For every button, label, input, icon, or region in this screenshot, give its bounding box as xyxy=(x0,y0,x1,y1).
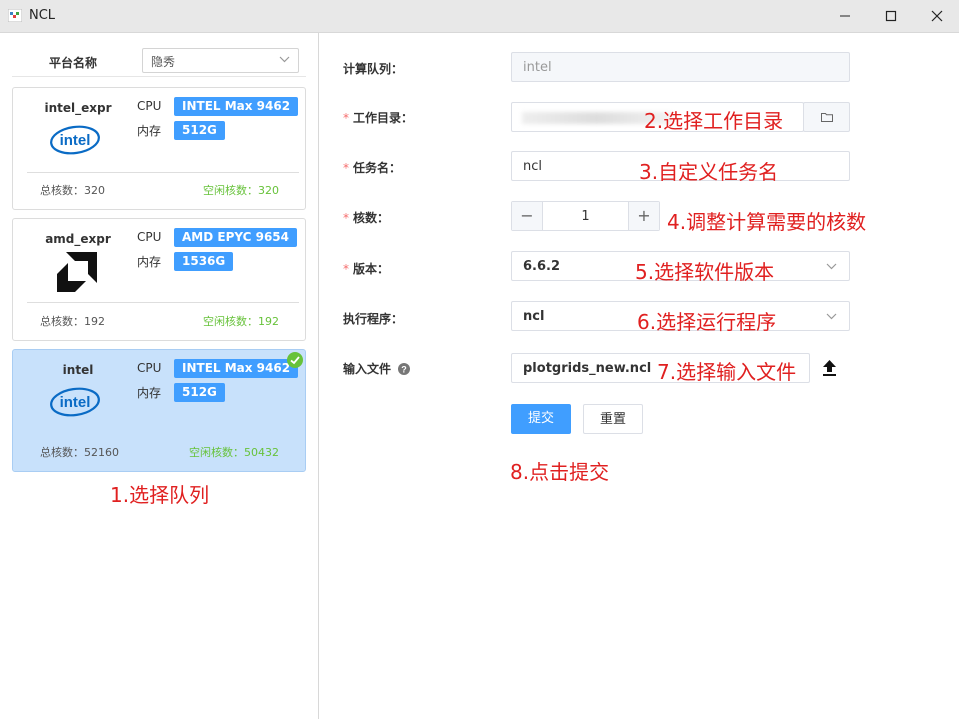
free-cores: 空闲核数：192 xyxy=(203,315,279,328)
platform-label: 平台名称 xyxy=(49,56,98,70)
queue-name: intel_expr xyxy=(44,101,112,115)
submit-button[interactable]: 提交 xyxy=(511,404,571,434)
increase-button[interactable]: + xyxy=(628,202,659,230)
chevron-down-icon xyxy=(826,263,837,270)
title-bar: NCL xyxy=(0,0,959,33)
platform-select-value: 隐秀 xyxy=(151,55,176,69)
queue-name: amd_expr xyxy=(45,232,111,246)
input-file-label: 输入文件 ? xyxy=(343,360,411,377)
annotation-version: 5.选择软件版本 xyxy=(635,260,775,284)
version-label: * 版本： xyxy=(343,262,390,276)
upload-icon[interactable] xyxy=(822,360,837,376)
divider xyxy=(27,302,299,303)
memory-label: 内存 xyxy=(137,255,162,269)
jobname-input-value: ncl xyxy=(523,159,542,174)
annotation-program: 6.选择运行程序 xyxy=(637,310,777,334)
queue-card-intel[interactable]: intel intel CPU INTEL Max 9462 内存 512G 总… xyxy=(12,349,306,472)
cpu-label: CPU xyxy=(137,99,162,113)
help-icon[interactable]: ? xyxy=(398,363,411,375)
queue-label: 计算队列： xyxy=(343,62,404,76)
intel-logo-icon: intel xyxy=(50,125,100,155)
memory-badge: 512G xyxy=(174,121,225,140)
divider xyxy=(12,76,306,77)
program-label: 执行程序： xyxy=(343,312,404,326)
queue-card-amd-expr[interactable]: amd_expr CPU AMD EPYC 9654 内存 1536G 总核数：… xyxy=(12,218,306,341)
chevron-down-icon xyxy=(826,313,837,320)
free-cores: 空闲核数：320 xyxy=(203,184,279,197)
svg-text:intel: intel xyxy=(60,132,91,149)
cpu-badge: AMD EPYC 9654 xyxy=(174,228,298,247)
cpu-badge: INTEL Max 9462 xyxy=(174,97,299,116)
annotation-job-name: 3.自定义任务名 xyxy=(639,160,779,184)
jobname-label-text: 任务名： xyxy=(353,161,402,175)
queue-card-intel-expr[interactable]: intel_expr intel CPU INTEL Max 9462 内存 5… xyxy=(12,87,306,210)
total-cores: 总核数：192 xyxy=(40,315,105,328)
folder-button[interactable] xyxy=(803,102,850,132)
amd-logo-icon xyxy=(57,252,97,292)
queue-field: intel xyxy=(511,52,850,82)
cores-label: * 核数： xyxy=(343,211,390,225)
annotation-cores: 4.调整计算需要的核数 xyxy=(667,210,867,234)
cpu-badge: INTEL Max 9462 xyxy=(174,359,299,378)
app-icon xyxy=(8,9,22,22)
jobname-label: * 任务名： xyxy=(343,161,402,175)
annotation-select-queue: 1.选择队列 xyxy=(110,483,210,507)
annotation-input-file: 7.选择输入文件 xyxy=(657,360,797,384)
annotation-submit: 8.点击提交 xyxy=(510,460,610,484)
version-label-text: 版本： xyxy=(353,262,390,276)
intel-logo-icon: intel xyxy=(50,387,100,417)
platform-select[interactable]: 隐秀 xyxy=(142,48,299,73)
queue-name: intel xyxy=(62,363,94,377)
check-icon xyxy=(287,352,303,368)
minimize-icon[interactable] xyxy=(835,6,855,26)
maximize-icon[interactable] xyxy=(881,6,901,26)
svg-text:?: ? xyxy=(401,365,407,375)
queue-field-value: intel xyxy=(523,60,552,75)
cpu-label: CPU xyxy=(137,230,162,244)
memory-badge: 1536G xyxy=(174,252,234,271)
divider xyxy=(27,172,299,173)
input-file-label-text: 输入文件 xyxy=(343,362,392,376)
workdir-label: * 工作目录： xyxy=(343,111,414,125)
chevron-down-icon xyxy=(279,56,290,63)
workdir-label-text: 工作目录： xyxy=(353,111,414,125)
input-file-value: plotgrids_new.ncl xyxy=(523,361,652,376)
window-title: NCL xyxy=(29,8,56,23)
reset-button[interactable]: 重置 xyxy=(583,404,643,434)
folder-icon xyxy=(821,113,833,122)
free-cores: 空闲核数：50432 xyxy=(189,446,279,459)
queue-panel: 平台名称 隐秀 intel_expr intel CPU INTEL Max 9… xyxy=(0,33,319,719)
cpu-label: CPU xyxy=(137,361,162,375)
svg-text:intel: intel xyxy=(60,394,91,411)
cores-stepper: − 1 + xyxy=(511,201,660,231)
memory-label: 内存 xyxy=(137,386,162,400)
memory-badge: 512G xyxy=(174,383,225,402)
memory-label: 内存 xyxy=(137,124,162,138)
program-select-value: ncl xyxy=(523,309,545,324)
total-cores: 总核数：52160 xyxy=(40,446,119,459)
annotation-select-workdir: 2.选择工作目录 xyxy=(644,109,784,133)
version-select-value: 6.6.2 xyxy=(523,259,561,274)
cores-label-text: 核数： xyxy=(353,211,390,225)
job-form: 计算队列： intel * 工作目录： * 任务名： ncl * 核数： − 1 + … xyxy=(319,33,959,719)
close-icon[interactable] xyxy=(927,6,947,26)
total-cores: 总核数：320 xyxy=(40,184,105,197)
